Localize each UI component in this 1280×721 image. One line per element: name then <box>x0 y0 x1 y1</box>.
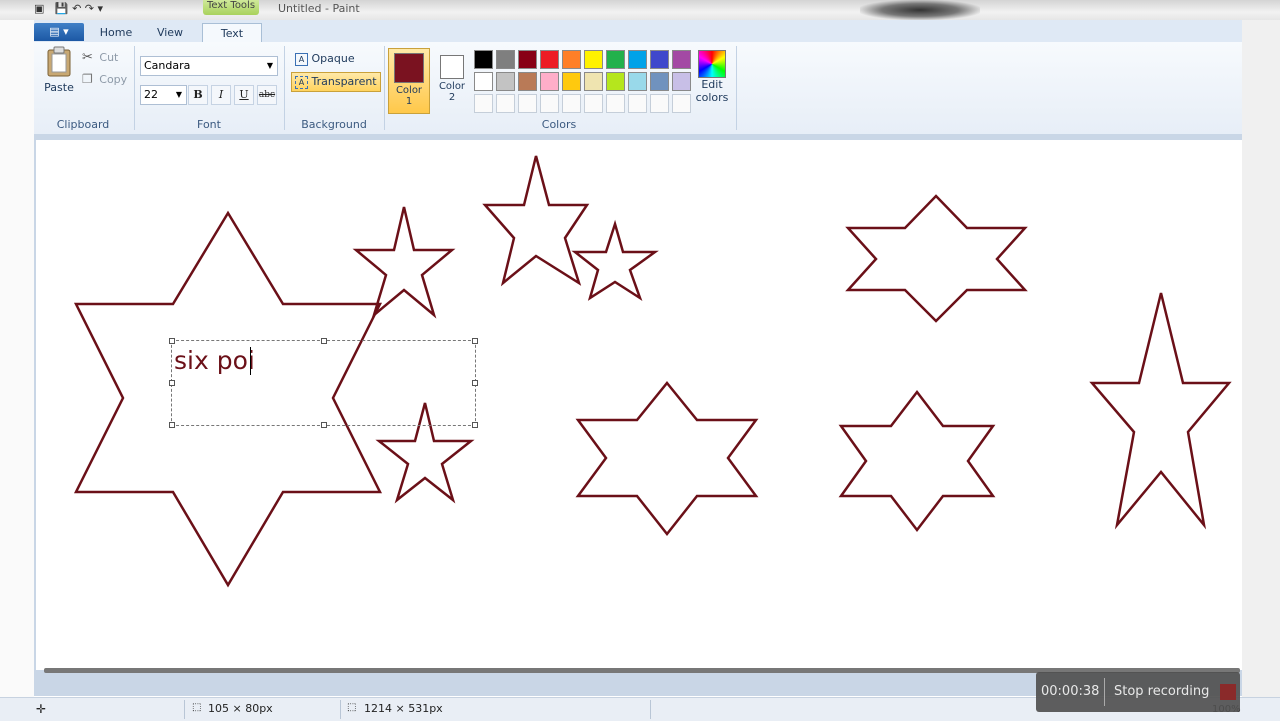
recording-time: 00:00:38 <box>1041 684 1100 699</box>
six-point-star <box>845 194 1028 323</box>
five-point-star-tall <box>1089 292 1232 530</box>
status-divider <box>340 700 341 719</box>
resize-handle[interactable] <box>321 422 327 428</box>
typed-text[interactable]: six poi <box>174 346 255 375</box>
resize-handle[interactable] <box>169 338 175 344</box>
five-point-star <box>352 206 456 319</box>
selection-size: 105 × 80px <box>208 702 273 715</box>
cursor-position-icon: ✛ <box>36 702 47 716</box>
selection-size-icon: ⬚ <box>192 702 202 713</box>
six-point-star <box>838 389 996 533</box>
resize-handle[interactable] <box>472 422 478 428</box>
canvas-size: 1214 × 531px <box>364 702 443 715</box>
stop-recording-button[interactable]: Stop recording <box>1114 684 1209 699</box>
canvas-size-icon: ⬚ <box>347 702 357 713</box>
resize-handle[interactable] <box>472 380 478 386</box>
resize-handle[interactable] <box>321 338 327 344</box>
stop-icon[interactable] <box>1220 684 1236 700</box>
resize-handle[interactable] <box>169 422 175 428</box>
screen-recorder-panel: 00:00:38 Stop recording <box>1036 672 1240 712</box>
resize-handle[interactable] <box>472 338 478 344</box>
five-point-star <box>571 219 659 302</box>
status-divider <box>184 700 185 719</box>
six-point-star <box>575 381 759 537</box>
recorder-divider <box>1104 678 1105 706</box>
status-divider <box>650 700 651 719</box>
resize-handle[interactable] <box>169 380 175 386</box>
text-caret <box>250 347 251 375</box>
five-point-star <box>482 155 590 287</box>
